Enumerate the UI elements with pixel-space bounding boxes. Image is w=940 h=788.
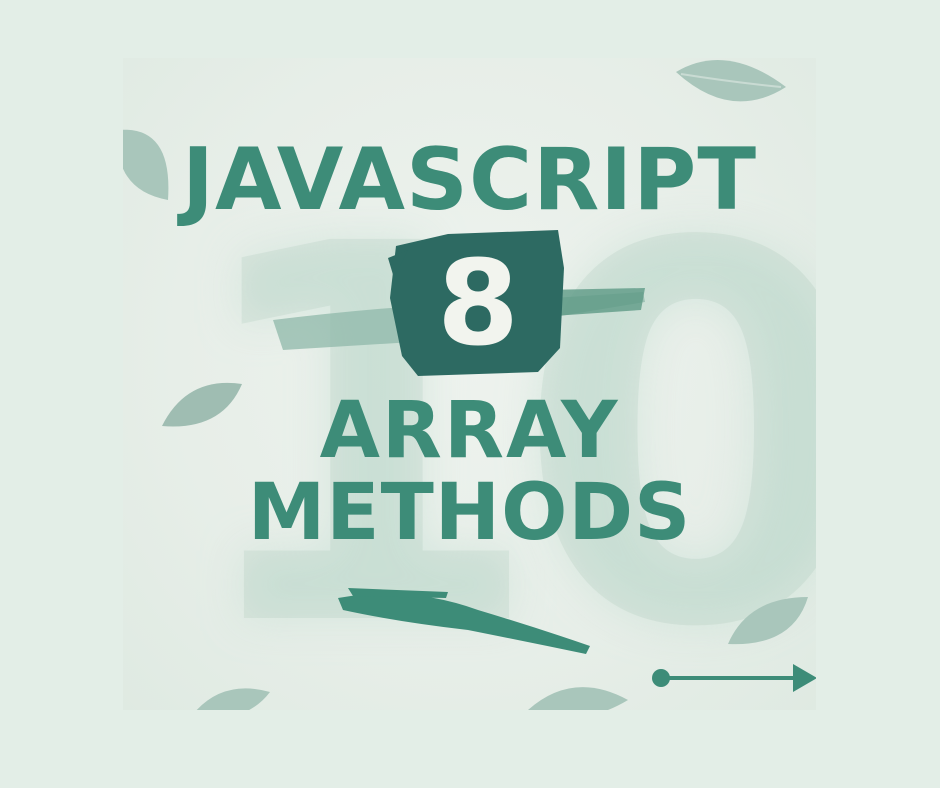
number-eight: 8 [436,234,520,372]
leaf-icon [196,688,270,710]
leaf-icon [676,60,786,102]
brush-stroke [338,588,590,654]
title-line-1: JAVASCRIPT [182,130,757,230]
title-line-3: METHODS [247,468,692,558]
promo-graphic: 10 JAVASCRIPT 8 ARRAY METHODS [123,58,816,710]
leaf-icon [528,687,628,710]
title-line-2: ARRAY [319,386,620,476]
number-badge: 8 [388,228,568,378]
arrow-right-icon [652,664,816,692]
leaf-icon [728,597,808,645]
